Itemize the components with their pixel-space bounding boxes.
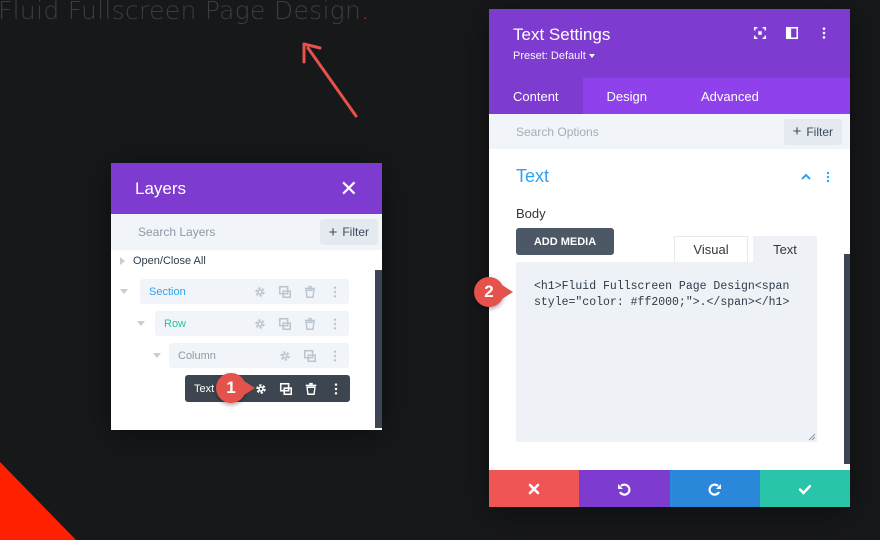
settings-filter-label: Filter	[806, 124, 833, 139]
settings-search-bar: + Filter	[489, 114, 850, 149]
resize-handle-icon[interactable]	[808, 433, 816, 441]
open-close-all[interactable]: Open/Close All	[120, 255, 206, 267]
undo-button[interactable]	[579, 470, 670, 507]
editor-tab-visual[interactable]: Visual	[674, 236, 748, 262]
settings-scrollbar[interactable]	[844, 254, 850, 464]
layers-header: Layers ✕	[111, 163, 382, 214]
layers-filter-button[interactable]: + Filter	[319, 219, 378, 245]
trash-icon[interactable]	[302, 380, 319, 397]
gear-icon[interactable]	[251, 283, 268, 300]
collapse-triangle-icon[interactable]	[120, 289, 128, 294]
duplicate-icon[interactable]	[277, 380, 294, 397]
editor-tab-text[interactable]: Text	[753, 236, 817, 262]
layers-scrollbar[interactable]	[375, 270, 382, 428]
more-icon[interactable]	[822, 170, 834, 188]
settings-search-input[interactable]	[516, 124, 676, 139]
duplicate-icon[interactable]	[276, 315, 293, 332]
layers-title: Layers	[135, 178, 187, 198]
red-corner-shape	[0, 462, 76, 540]
duplicate-icon[interactable]	[276, 283, 293, 300]
trash-icon[interactable]	[301, 315, 318, 332]
body-field-label: Body	[516, 206, 546, 221]
layers-tree: Open/Close All Section Row Column Text	[111, 250, 382, 430]
open-close-all-label: Open/Close All	[133, 255, 206, 267]
layer-row-section: Section	[120, 279, 349, 304]
plus-icon: +	[792, 123, 802, 140]
layers-search-bar: + Filter	[111, 214, 382, 250]
settings-footer	[489, 470, 850, 507]
expand-triangle-icon	[120, 257, 125, 265]
more-icon[interactable]	[327, 380, 344, 397]
page-heading: Fluid Fullscreen Page Design.	[0, 0, 369, 25]
layer-item-section[interactable]: Section	[140, 279, 349, 304]
undo-icon	[618, 483, 631, 496]
preset-dropdown[interactable]: Preset: Default	[513, 50, 850, 62]
tab-content[interactable]: Content	[489, 78, 583, 114]
collapse-triangle-icon[interactable]	[137, 321, 145, 326]
group-tools	[800, 170, 834, 188]
save-button[interactable]	[759, 470, 850, 507]
tab-design[interactable]: Design	[583, 78, 677, 114]
layer-row-row: Row	[137, 311, 349, 336]
settings-body: Text Body ADD MEDIA Visual Text	[489, 149, 850, 471]
layer-label-section: Section	[149, 285, 186, 298]
layers-search-input[interactable]	[138, 225, 288, 239]
add-media-button[interactable]: ADD MEDIA	[516, 228, 614, 255]
plus-icon: +	[328, 223, 338, 241]
text-settings-modal: Text Settings Preset: Default Content De…	[489, 9, 850, 507]
layer-item-text[interactable]: Text	[185, 375, 350, 402]
chevron-up-icon[interactable]	[800, 170, 812, 188]
gear-icon[interactable]	[276, 347, 293, 364]
page-heading-dot: .	[361, 0, 370, 25]
cancel-button[interactable]	[489, 470, 580, 507]
check-icon	[798, 484, 812, 495]
body-text-editor[interactable]	[516, 262, 817, 442]
settings-tabs: Content Design Advanced	[489, 78, 850, 114]
trash-icon[interactable]	[301, 283, 318, 300]
layer-item-row[interactable]: Row	[155, 311, 349, 336]
step-badge-2: 2	[474, 277, 513, 307]
more-icon[interactable]	[326, 283, 343, 300]
layers-filter-label: Filter	[342, 225, 369, 239]
sidebar-icon[interactable]	[785, 26, 799, 45]
duplicate-icon[interactable]	[301, 347, 318, 364]
page-heading-text: Fluid Fullscreen Page Design	[0, 0, 362, 25]
header-icons	[753, 26, 831, 45]
settings-filter-button[interactable]: + Filter	[783, 118, 842, 145]
layer-label-column: Column	[178, 349, 216, 362]
chevron-down-icon	[588, 54, 595, 58]
layer-item-column[interactable]: Column	[169, 343, 349, 368]
layer-label-text: Text	[194, 382, 215, 395]
layer-row-text: Text	[185, 375, 350, 402]
more-icon[interactable]	[326, 347, 343, 364]
redo-button[interactable]	[669, 470, 760, 507]
layer-label-row: Row	[164, 317, 187, 330]
close-icon[interactable]: ✕	[340, 177, 358, 200]
expand-icon[interactable]	[753, 26, 767, 45]
preset-label: Preset: Default	[513, 50, 586, 62]
more-icon[interactable]	[326, 315, 343, 332]
toggle-group-title[interactable]: Text	[516, 166, 549, 187]
more-icon[interactable]	[817, 26, 831, 45]
layer-row-column: Column	[153, 343, 349, 368]
collapse-triangle-icon[interactable]	[153, 353, 161, 358]
close-icon	[528, 483, 540, 494]
step-badge-1: 1	[216, 373, 255, 403]
gear-icon[interactable]	[251, 315, 268, 332]
redo-icon	[708, 483, 721, 496]
settings-header: Text Settings Preset: Default	[489, 9, 850, 78]
tab-advanced[interactable]: Advanced	[677, 78, 783, 114]
